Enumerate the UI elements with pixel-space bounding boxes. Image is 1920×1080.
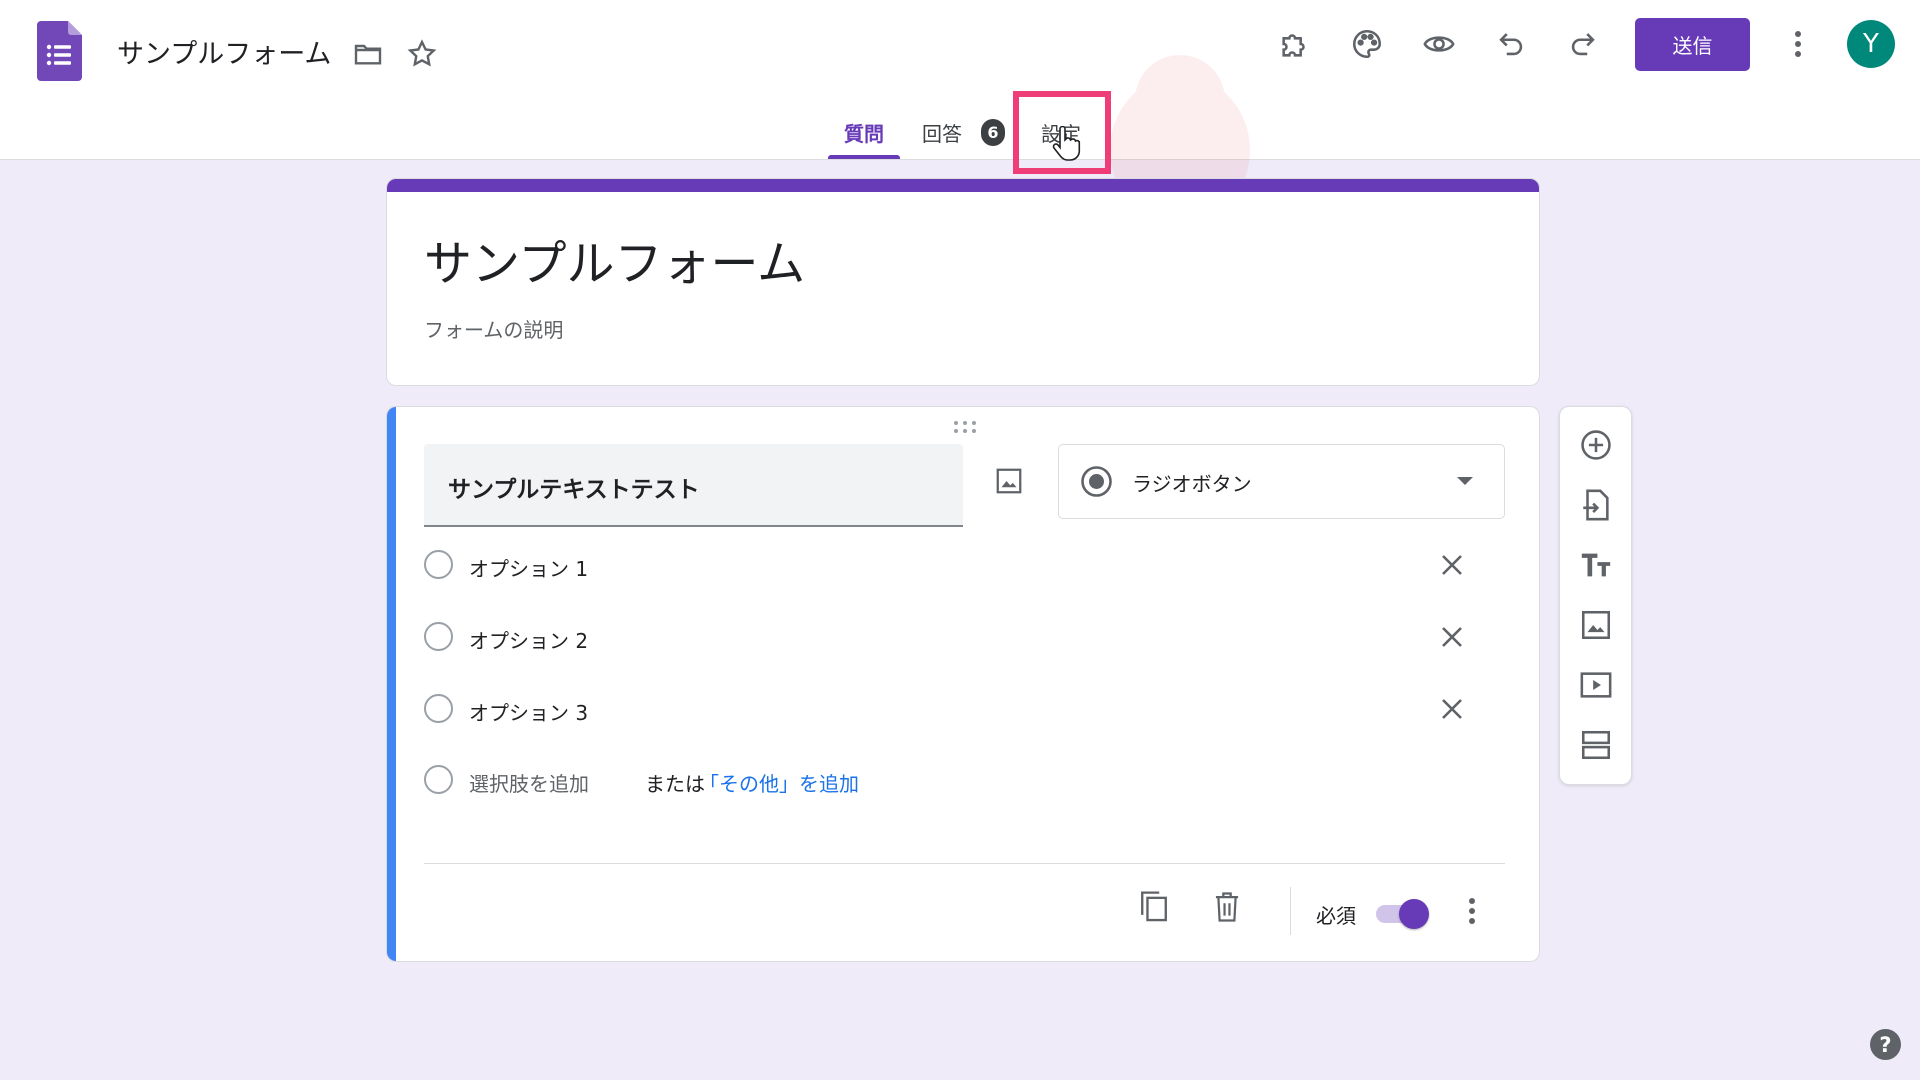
- add-video-icon[interactable]: [1578, 667, 1614, 703]
- add-other-link[interactable]: 「その他」を追加: [699, 768, 859, 797]
- folder-icon[interactable]: [352, 38, 384, 70]
- required-toggle[interactable]: [1374, 898, 1430, 930]
- option-row[interactable]: オプション 1: [424, 545, 1504, 585]
- tab-questions[interactable]: 質問: [844, 118, 884, 147]
- redo-icon[interactable]: [1565, 26, 1601, 62]
- option-row[interactable]: オプション 2: [424, 617, 1504, 657]
- or-text: または: [645, 772, 705, 796]
- accent-bar: [387, 179, 1539, 192]
- option-label[interactable]: オプション 3: [469, 697, 588, 726]
- undo-icon[interactable]: [1493, 26, 1529, 62]
- tab-responses[interactable]: 回答: [922, 118, 962, 147]
- add-option-row: 選択肢を追加 または 「その他」を追加: [424, 760, 1504, 800]
- question-type-label: ラジオボタン: [1132, 472, 1252, 496]
- star-icon[interactable]: [406, 38, 438, 70]
- more-vert-icon[interactable]: [1460, 891, 1484, 931]
- form-description-field[interactable]: フォームの説明: [424, 314, 563, 343]
- more-vert-icon[interactable]: [1786, 26, 1810, 62]
- form-title-card: サンプルフォーム フォームの説明: [386, 178, 1540, 386]
- add-title-icon[interactable]: [1578, 547, 1614, 583]
- add-question-icon[interactable]: [1578, 427, 1614, 463]
- remove-option-icon[interactable]: [1434, 547, 1470, 583]
- question-title-text: サンプルテキストテスト: [448, 477, 700, 503]
- addon-puzzle-icon[interactable]: [1277, 26, 1313, 62]
- send-button[interactable]: 送信: [1635, 18, 1750, 71]
- pointer-hand-cursor-icon: [1052, 126, 1081, 161]
- radio-button-icon: [1081, 466, 1112, 497]
- preview-eye-icon[interactable]: [1421, 26, 1457, 62]
- option-label[interactable]: オプション 1: [469, 553, 588, 582]
- side-toolbar: [1559, 406, 1632, 785]
- add-section-icon[interactable]: [1578, 727, 1614, 763]
- option-radio-icon: [424, 765, 453, 794]
- question-footer-divider: [424, 863, 1505, 864]
- form-title[interactable]: サンプルフォーム: [424, 224, 805, 294]
- help-icon[interactable]: ?: [1870, 1029, 1901, 1060]
- remove-option-icon[interactable]: [1434, 619, 1470, 655]
- add-image-icon[interactable]: [1578, 607, 1614, 643]
- footer-separator: [1290, 887, 1291, 935]
- palette-icon[interactable]: [1349, 26, 1385, 62]
- option-row[interactable]: オプション 3: [424, 689, 1504, 729]
- drag-handle-icon[interactable]: [950, 419, 980, 435]
- required-label: 必須: [1316, 904, 1356, 928]
- duplicate-icon[interactable]: [1136, 888, 1172, 926]
- add-image-icon[interactable]: [991, 463, 1027, 499]
- chevron-down-icon: [1457, 477, 1473, 485]
- option-radio-icon: [424, 550, 453, 579]
- question-card[interactable]: サンプルテキストテスト ラジオボタン オプション 1 オプション 2 オプション…: [386, 406, 1540, 962]
- option-radio-icon: [424, 622, 453, 651]
- remove-option-icon[interactable]: [1434, 691, 1470, 727]
- avatar[interactable]: Y: [1847, 20, 1895, 68]
- question-focus-bar: [387, 407, 396, 961]
- forms-logo-icon[interactable]: [37, 21, 82, 81]
- import-questions-icon[interactable]: [1578, 487, 1614, 523]
- toggle-thumb: [1399, 899, 1429, 929]
- add-option-field[interactable]: 選択肢を追加: [469, 768, 589, 797]
- delete-icon[interactable]: [1209, 888, 1245, 926]
- option-label[interactable]: オプション 2: [469, 625, 588, 654]
- question-type-dropdown[interactable]: ラジオボタン: [1058, 444, 1505, 519]
- responses-count-badge: 6: [981, 119, 1005, 146]
- document-title[interactable]: サンプルフォーム: [117, 32, 331, 71]
- option-radio-icon: [424, 694, 453, 723]
- active-tab-indicator: [828, 155, 900, 159]
- app-header: サンプルフォーム 送信 Y 質問 回答 6 設定: [0, 0, 1920, 225]
- question-title-input[interactable]: サンプルテキストテスト: [424, 444, 963, 527]
